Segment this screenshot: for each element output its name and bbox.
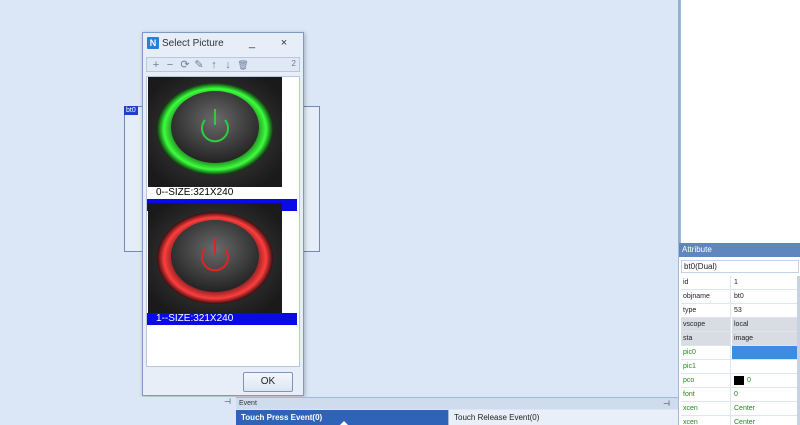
- tab-touch-release-event[interactable]: Touch Release Event(0) ▾: [448, 410, 678, 425]
- picture-caption-0: 0--SIZE:321X240: [147, 187, 297, 199]
- remove-icon[interactable]: −: [164, 58, 176, 72]
- picture-count: 2: [291, 59, 296, 68]
- move-down-icon[interactable]: ↓: [222, 58, 234, 72]
- nextion-app-icon: N: [147, 37, 159, 49]
- attr-row-xcen-2[interactable]: xcen Center: [681, 416, 799, 425]
- event-header-label: Event: [239, 400, 257, 407]
- picture-list[interactable]: 0--SIZE:321X240 1--SIZE:321X240: [146, 76, 300, 367]
- attr-row-font[interactable]: font 0: [681, 388, 799, 402]
- edit-icon[interactable]: ✎: [193, 58, 205, 72]
- power-icon-red: [148, 203, 282, 313]
- event-panel: ⊣ Event ⊣ Touch Press Event(0) Touch Rel…: [0, 397, 678, 425]
- color-swatch[interactable]: [734, 376, 744, 385]
- delete-icon[interactable]: 🗑: [237, 58, 249, 72]
- attr-row-vscope[interactable]: vscope local: [681, 318, 799, 332]
- ok-button[interactable]: OK: [243, 372, 293, 392]
- tab-touch-release-label: Touch Release Event(0): [454, 413, 540, 422]
- design-canvas[interactable]: [0, 0, 678, 397]
- add-icon[interactable]: +: [150, 58, 162, 72]
- attr-row-pic0[interactable]: pic0: [681, 346, 799, 360]
- attr-row-pco[interactable]: pco 0: [681, 374, 799, 388]
- attr-row-objname[interactable]: objname bt0: [681, 290, 799, 304]
- move-up-icon[interactable]: ↑: [208, 58, 220, 72]
- attr-row-pic1[interactable]: pic1: [681, 360, 799, 374]
- component-selector[interactable]: bt0(Dual): [681, 260, 799, 273]
- event-header: Event ⊣: [236, 397, 678, 409]
- picture-item-1[interactable]: [148, 203, 282, 313]
- active-tab-indicator: [340, 421, 348, 425]
- pin-icon[interactable]: ⊣: [224, 397, 231, 406]
- pin-icon-2[interactable]: ⊣: [663, 398, 670, 409]
- power-icon-green: [148, 77, 282, 187]
- dialog-title: Select Picture: [162, 38, 224, 49]
- picture-toolbar: + − ⟳ ✎ ↑ ↓ 🗑 2: [146, 57, 300, 72]
- attr-row-type[interactable]: type 53: [681, 304, 799, 318]
- bt0-component-tag[interactable]: bt0: [124, 106, 138, 115]
- attr-row-sta[interactable]: sta image: [681, 332, 799, 346]
- right-top-panel: [680, 0, 800, 243]
- replace-icon[interactable]: ⟳: [179, 58, 191, 72]
- select-picture-dialog: N Select Picture _ × + − ⟳ ✎ ↑ ↓ 🗑 2 0--…: [142, 32, 304, 396]
- dialog-titlebar[interactable]: N Select Picture _ ×: [143, 33, 303, 55]
- attribute-header: Attribute: [679, 243, 800, 257]
- close-button[interactable]: ×: [277, 36, 291, 50]
- attribute-panel: Attribute bt0(Dual) id 1 objname bt0 typ…: [678, 243, 800, 425]
- picture-item-0[interactable]: [148, 77, 282, 187]
- attr-row-xcen[interactable]: xcen Center: [681, 402, 799, 416]
- attr-row-id[interactable]: id 1: [681, 276, 799, 290]
- picture-caption-1: 1--SIZE:321X240: [147, 313, 297, 325]
- minimize-button[interactable]: _: [245, 36, 259, 50]
- attribute-table: id 1 objname bt0 type 53 vscope local st…: [681, 276, 799, 425]
